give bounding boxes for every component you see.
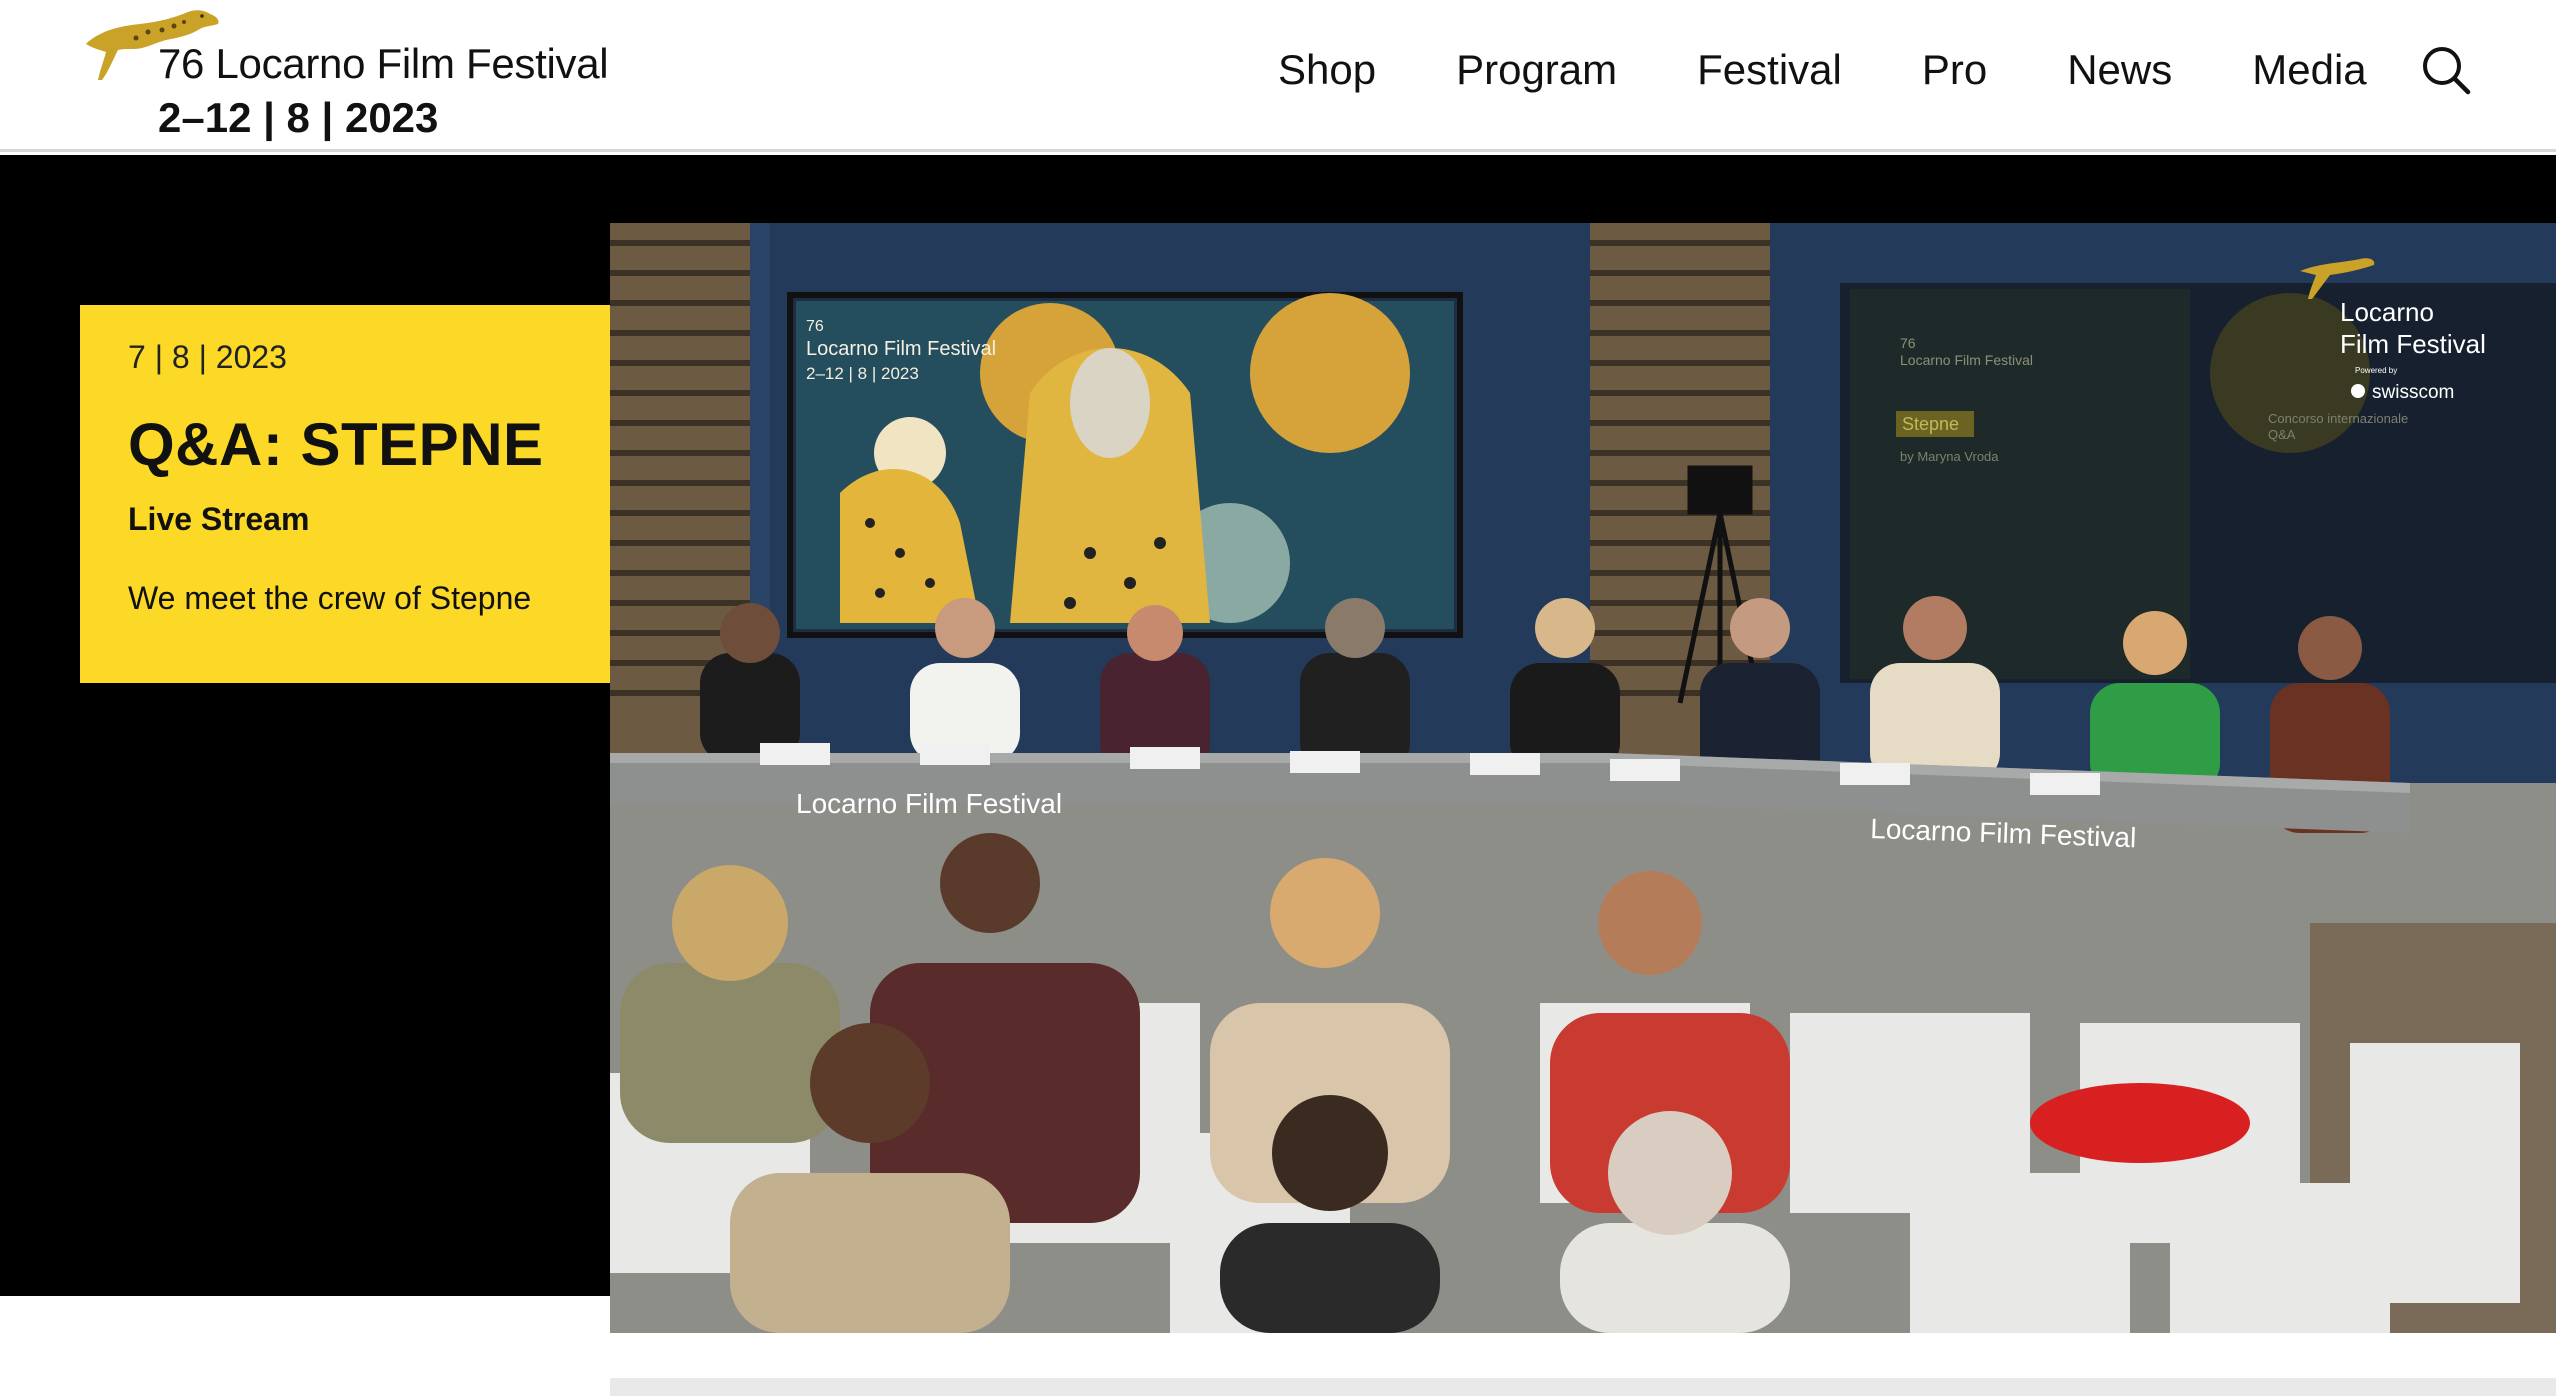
event-subtitle: Live Stream xyxy=(128,501,310,537)
nav-media[interactable]: Media xyxy=(2252,46,2366,94)
site-header: 76 Locarno Film Festival 2–12 | 8 | 2023… xyxy=(0,0,2556,152)
table-label-left: Locarno Film Festival xyxy=(796,788,1062,819)
screen-film: Stepne xyxy=(1902,414,1959,434)
nav-festival[interactable]: Festival xyxy=(1697,46,1842,94)
screen-title: Locarno Film Festival xyxy=(1900,352,2033,368)
screen-qa: Q&A xyxy=(2268,427,2296,442)
watermark-film-festival: Film Festival xyxy=(2340,329,2486,359)
nav-shop[interactable]: Shop xyxy=(1278,46,1376,94)
poster-number: 76 xyxy=(806,318,824,335)
poster-title: Locarno Film Festival xyxy=(806,338,996,360)
video-frame-scene: 76 Locarno Film Festival 2–12 | 8 | 2023… xyxy=(610,223,2556,1333)
logo-dates: 2–12 | 8 | 2023 xyxy=(158,94,439,141)
live-stream-video[interactable]: 76 Locarno Film Festival 2–12 | 8 | 2023… xyxy=(610,223,2556,1333)
watermark-locarno: Locarno xyxy=(2340,297,2434,327)
festival-poster: 76 Locarno Film Festival 2–12 | 8 | 2023 xyxy=(787,292,1463,638)
poster-dates: 2–12 | 8 | 2023 xyxy=(806,364,919,383)
nav-program[interactable]: Program xyxy=(1456,46,1617,94)
screen-number: 76 xyxy=(1900,335,1916,351)
event-description: We meet the crew of Stepne xyxy=(128,580,532,616)
nav-pro[interactable]: Pro xyxy=(1922,46,1987,94)
page-bottom-strip xyxy=(610,1378,2556,1396)
screen-director: by Maryna Vroda xyxy=(1900,449,1999,464)
main-nav: Shop Program Festival Pro News Media xyxy=(1278,38,2447,102)
search-icon[interactable] xyxy=(2420,44,2472,96)
festival-logo[interactable]: 76 Locarno Film Festival 2–12 | 8 | 2023 xyxy=(78,4,638,144)
logo-title: 76 Locarno Film Festival xyxy=(158,40,609,87)
event-date: 7 | 8 | 2023 xyxy=(128,339,287,375)
watermark-sponsor: swisscom xyxy=(2372,382,2454,403)
event-title: Q&A: STEPNE xyxy=(128,411,544,478)
event-info-card: 7 | 8 | 2023 Q&A: STEPNE Live Stream We … xyxy=(80,305,680,683)
hero-bottom-gap xyxy=(0,1296,610,1396)
nav-news[interactable]: News xyxy=(2067,46,2172,94)
watermark-powered: Powered by xyxy=(2355,366,2397,375)
screen-section: Concorso internazionale xyxy=(2268,411,2408,426)
